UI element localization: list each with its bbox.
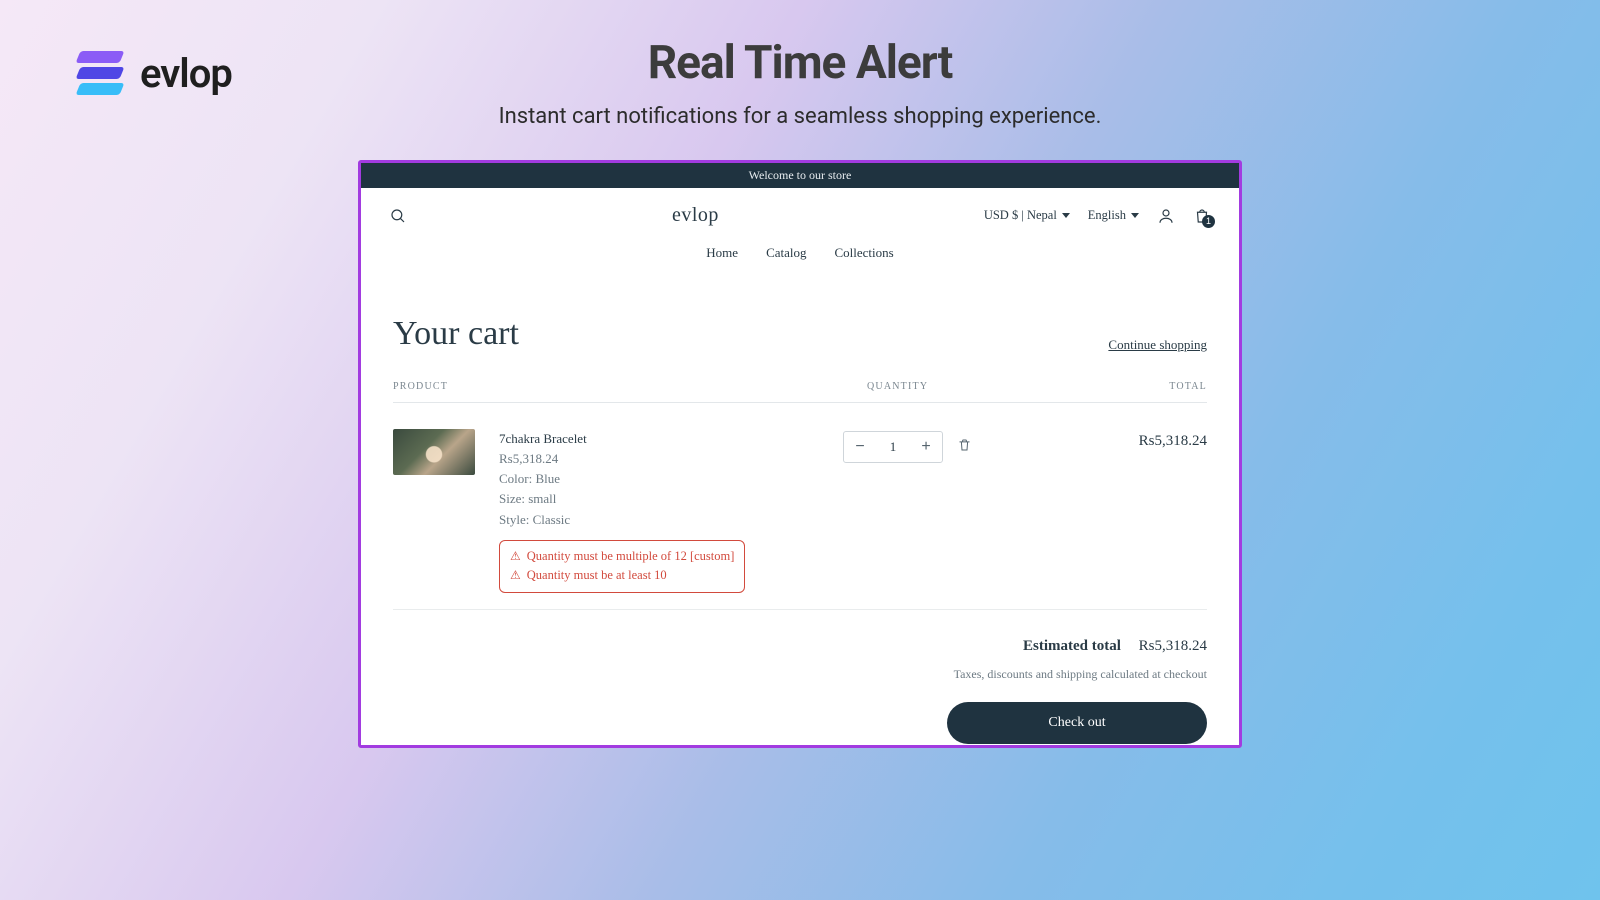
chevron-down-icon [1131,213,1139,218]
validation-alert-box: ⚠ Quantity must be multiple of 12 [custo… [499,540,745,594]
page-title: Your cart [393,315,519,353]
qty-increment-button[interactable]: + [910,431,942,463]
cart-footer: Estimated total Rs5,318.24 Taxes, discou… [393,638,1207,744]
product-option-color: Color: Blue [499,469,819,489]
product-thumbnail[interactable] [393,429,475,475]
tax-note: Taxes, discounts and shipping calculated… [393,667,1207,682]
hero-title: Real Time Alert [0,36,1600,90]
account-icon[interactable] [1157,207,1175,225]
product-option-style: Style: Classic [499,510,819,530]
col-quantity: QUANTITY [867,381,1087,392]
announcement-bar: Welcome to our store [361,163,1239,188]
store-nav: Home Catalog Collections [361,231,1239,281]
cart-icon[interactable]: 1 [1193,206,1211,226]
store-header: evlop USD $ | Nepal English 1 [361,188,1239,231]
nav-home[interactable]: Home [706,245,738,261]
quantity-stepper: − + [843,431,943,463]
col-product: PRODUCT [393,381,867,392]
hero-subtitle: Instant cart notifications for a seamles… [0,104,1600,129]
product-option-size: Size: small [499,489,819,509]
estimated-total-value: Rs5,318.24 [1139,638,1207,654]
nav-catalog[interactable]: Catalog [766,245,806,261]
cart-count-badge: 1 [1202,215,1215,228]
checkout-button[interactable]: Check out [947,702,1207,744]
hero-block: Real Time Alert Instant cart notificatio… [0,36,1600,129]
warning-icon: ⚠ [510,566,521,585]
nav-collections[interactable]: Collections [835,245,894,261]
storefront-frame: Welcome to our store evlop USD $ | Nepal… [358,160,1242,748]
store-logo-text[interactable]: evlop [672,204,719,227]
language-selector[interactable]: English [1088,208,1139,223]
currency-selector[interactable]: USD $ | Nepal [984,208,1070,223]
search-icon[interactable] [389,207,407,225]
alert-message-1: Quantity must be multiple of 12 [custom] [527,547,735,566]
chevron-down-icon [1062,213,1070,218]
product-name[interactable]: 7chakra Bracelet [499,429,819,449]
cart-column-headers: PRODUCT QUANTITY TOTAL [393,381,1207,403]
qty-input[interactable] [876,439,910,455]
cart-body: Your cart Continue shopping PRODUCT QUAN… [361,281,1239,748]
currency-selector-label: USD $ | Nepal [984,208,1057,223]
line-total: Rs5,318.24 [1087,429,1207,593]
alert-message-2: Quantity must be at least 10 [527,566,667,585]
language-selector-label: English [1088,208,1126,223]
product-price: Rs5,318.24 [499,449,819,469]
continue-shopping-link[interactable]: Continue shopping [1108,337,1207,353]
remove-item-button[interactable] [957,431,972,453]
col-total: TOTAL [1087,381,1207,392]
warning-icon: ⚠ [510,547,521,566]
qty-decrement-button[interactable]: − [844,431,876,463]
cart-line-item: 7chakra Bracelet Rs5,318.24 Color: Blue … [393,403,1207,610]
estimated-total-label: Estimated total [1023,638,1121,654]
